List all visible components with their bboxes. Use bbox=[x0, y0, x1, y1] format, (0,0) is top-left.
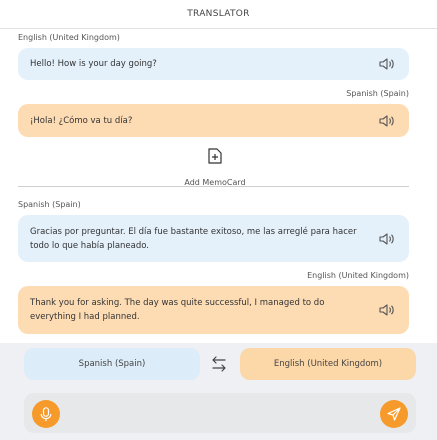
translation-bubble: ¡Hola! ¿Cómo va tu día? bbox=[18, 104, 409, 137]
source-message-bubble: Gracias por preguntar. El día fue bastan… bbox=[18, 215, 409, 262]
source-message-bubble: Hello! How is your day going? bbox=[18, 48, 409, 80]
target-language-label: Spanish (Spain) bbox=[346, 89, 409, 98]
translation-text: Thank you for asking. The day was quite … bbox=[30, 298, 325, 322]
target-language-button[interactable]: English (United Kingdom) bbox=[240, 348, 416, 380]
microphone-button[interactable] bbox=[32, 400, 60, 428]
source-message-text: Hello! How is your day going? bbox=[30, 59, 157, 69]
speaker-icon[interactable] bbox=[379, 57, 395, 71]
page-title: TRANSLATOR bbox=[187, 9, 250, 19]
target-language-button-label: English (United Kingdom) bbox=[273, 359, 383, 369]
speaker-icon[interactable] bbox=[379, 303, 395, 317]
source-message-text: Gracias por preguntar. El día fue bastan… bbox=[30, 226, 357, 251]
divider bbox=[18, 186, 409, 187]
source-language-label: Spanish (Spain) bbox=[18, 200, 81, 209]
speaker-icon[interactable] bbox=[379, 114, 395, 128]
app-header: TRANSLATOR bbox=[0, 0, 437, 29]
translation-text: ¡Hola! ¿Cómo va tu día? bbox=[30, 115, 133, 126]
source-language-button-label: Spanish (Spain) bbox=[78, 359, 146, 369]
target-language-label: English (United Kingdom) bbox=[307, 271, 409, 280]
translation-bubble: Thank you for asking. The day was quite … bbox=[18, 286, 409, 334]
microphone-icon bbox=[40, 406, 52, 421]
send-button[interactable] bbox=[380, 400, 408, 428]
add-memocard-button[interactable]: Add MemoCard bbox=[150, 148, 280, 189]
message-input[interactable] bbox=[70, 401, 370, 427]
source-language-button[interactable]: Spanish (Spain) bbox=[24, 348, 200, 380]
swap-arrows-icon[interactable] bbox=[210, 356, 228, 372]
source-language-label: English (United Kingdom) bbox=[18, 33, 120, 42]
send-icon bbox=[387, 407, 401, 421]
add-memocard-icon bbox=[208, 148, 222, 164]
speaker-icon[interactable] bbox=[379, 232, 395, 246]
